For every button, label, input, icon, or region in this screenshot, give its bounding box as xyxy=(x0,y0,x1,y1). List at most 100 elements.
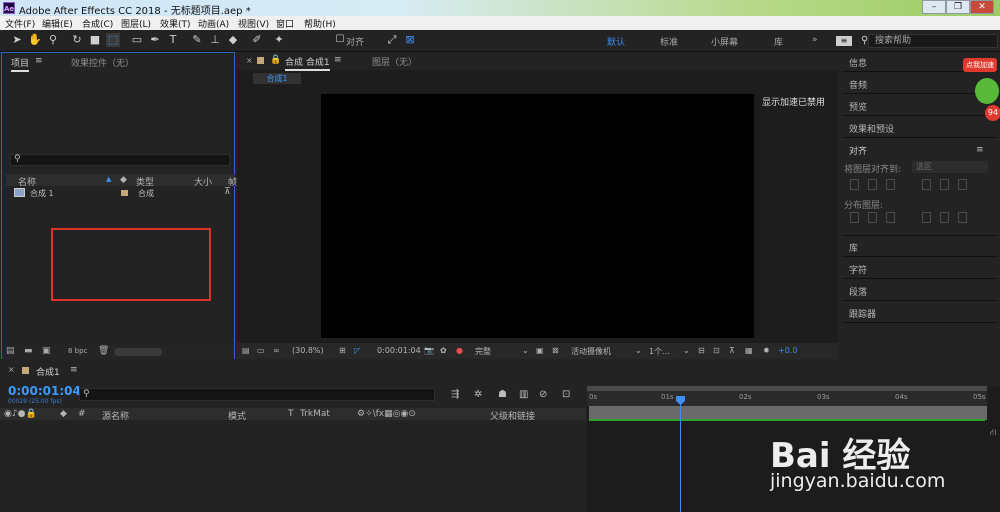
distribute-right-icon[interactable] xyxy=(958,212,967,223)
tab-layer[interactable]: 图层（无） xyxy=(372,55,417,68)
magnification-dropdown[interactable]: (30.8%) xyxy=(292,346,324,355)
flowchart-icon[interactable]: ⊼ xyxy=(729,346,735,355)
project-search-input[interactable]: ⚲ xyxy=(10,154,230,166)
camera-chevron-icon[interactable]: ⌄ xyxy=(635,346,642,355)
timeline-current-time[interactable]: 0:00:01:04 xyxy=(8,384,81,398)
menu-effect[interactable]: 效果(T) xyxy=(160,17,191,30)
playhead-line[interactable] xyxy=(680,398,681,512)
maximize-button[interactable]: ❐ xyxy=(946,0,970,14)
shy-layers-icon[interactable]: ☗ xyxy=(498,389,507,400)
panel-tracker[interactable]: 跟踪器 xyxy=(849,307,876,320)
close-tab-icon[interactable]: × xyxy=(246,56,253,65)
workspace-small-screen[interactable]: 小屏幕 xyxy=(711,35,738,48)
distribute-center-h-icon[interactable] xyxy=(940,212,949,223)
views-dropdown[interactable]: 1个... xyxy=(649,346,670,357)
roto-brush-tool-icon[interactable]: ✐ xyxy=(250,33,264,47)
speedup-percent[interactable]: 94 xyxy=(985,105,1000,121)
column-source-name[interactable]: 源名称 xyxy=(102,409,129,422)
draft-3d-icon[interactable]: ✲ xyxy=(474,389,482,400)
interpret-footage-icon[interactable]: ▤ xyxy=(6,346,15,356)
zoom-tool-icon[interactable]: ⚲ xyxy=(46,33,60,47)
project-panel-menu-icon[interactable]: ≡ xyxy=(35,56,43,66)
show-snapshot-icon[interactable]: ✿ xyxy=(440,346,447,355)
panel-library[interactable]: 库 xyxy=(849,241,858,254)
menu-file[interactable]: 文件(F) xyxy=(5,17,35,30)
snapshot-glasses-icon[interactable]: ∞ xyxy=(273,346,280,355)
layer-number-column[interactable]: # xyxy=(78,409,86,419)
table-row[interactable]: 合成 1 合成 ⊼ xyxy=(6,187,236,199)
menu-layer[interactable]: 图层(L) xyxy=(121,17,151,30)
distribute-bottom-icon[interactable] xyxy=(886,212,895,223)
comp-mini-flowchart-icon[interactable]: ⇶ xyxy=(451,389,459,400)
camera-tool-icon[interactable]: ■ xyxy=(88,33,102,47)
transparency-grid-icon[interactable]: ⊠ xyxy=(552,346,559,355)
preview-toggle-icon[interactable]: ▤ xyxy=(242,346,250,355)
trash-icon[interactable]: 🗑 xyxy=(98,346,109,356)
pen-tool-icon[interactable]: ✒ xyxy=(148,33,162,47)
rotate-tool-icon[interactable]: ↻ xyxy=(70,33,84,47)
label-color-swatch[interactable] xyxy=(121,190,128,196)
work-area-bar[interactable] xyxy=(587,386,987,391)
mask-visibility-icon[interactable]: ◸ xyxy=(354,346,360,355)
tab-project[interactable]: 项目 xyxy=(11,56,30,72)
current-time-display[interactable]: 0:00:01:04 xyxy=(377,346,421,355)
align-center-h-icon[interactable] xyxy=(868,179,877,190)
column-mode[interactable]: 模式 xyxy=(228,409,246,422)
composition-panel-menu-icon[interactable]: ≡ xyxy=(334,55,342,65)
align-left-icon[interactable] xyxy=(850,179,859,190)
timeline-search-input[interactable]: ⚲ xyxy=(79,388,435,401)
exposure-value[interactable]: +0.0 xyxy=(778,346,797,355)
label-column-icon[interactable]: ◆ xyxy=(60,409,67,419)
panel-character[interactable]: 字符 xyxy=(849,263,867,276)
new-folder-icon[interactable]: ▬ xyxy=(24,346,33,356)
tab-composition[interactable]: 合成 合成1 xyxy=(285,55,330,71)
workspace-default[interactable]: 默认 xyxy=(607,35,625,48)
sync-icon[interactable]: ≡ xyxy=(836,36,852,46)
views-chevron-icon[interactable]: ⌄ xyxy=(683,346,690,355)
align-center-v-icon[interactable] xyxy=(940,179,949,190)
lock-icon[interactable]: 🔒 xyxy=(270,55,281,65)
eraser-tool-icon[interactable]: ◆ xyxy=(226,33,240,47)
resolution-chevron-icon[interactable]: ⌄ xyxy=(522,346,529,355)
layer-track-bar[interactable] xyxy=(589,406,987,420)
rectangle-tool-icon[interactable]: ▭ xyxy=(130,33,144,47)
composition-flowchart-tab[interactable]: 合成1 xyxy=(253,73,301,84)
display-icon[interactable]: ▭ xyxy=(257,346,265,355)
workspace-standard[interactable]: 标准 xyxy=(660,35,678,48)
speedup-badge[interactable]: 点我加速 xyxy=(963,58,997,72)
align-top-icon[interactable] xyxy=(922,179,931,190)
selection-tool-icon[interactable]: ➤ xyxy=(10,33,24,47)
motion-blur-icon[interactable]: ⊘ xyxy=(539,389,547,400)
3d-renderer-icon[interactable]: ▦ xyxy=(745,346,753,355)
menu-view[interactable]: 视图(V) xyxy=(238,17,269,30)
clone-stamp-tool-icon[interactable]: ⊥ xyxy=(208,33,222,47)
panel-preview[interactable]: 预览 xyxy=(849,100,867,113)
distribute-left-icon[interactable] xyxy=(922,212,931,223)
type-tool-icon[interactable]: T xyxy=(166,33,180,47)
label-column-icon[interactable]: ◆ xyxy=(120,175,127,185)
graph-editor-icon[interactable]: ⊡ xyxy=(562,389,570,400)
panel-info[interactable]: 信息 xyxy=(849,56,867,69)
menu-composition[interactable]: 合成(C) xyxy=(82,17,113,30)
composition-canvas[interactable] xyxy=(321,94,754,338)
resolution-dropdown[interactable]: 完整 xyxy=(475,346,491,357)
scrollbar[interactable] xyxy=(114,348,162,356)
menu-animation[interactable]: 动画(A) xyxy=(198,17,229,30)
fit-icon[interactable]: ⊞ xyxy=(339,346,346,355)
close-button[interactable]: ✕ xyxy=(970,0,994,14)
close-tab-icon[interactable]: × xyxy=(8,365,15,374)
camera-dropdown[interactable]: 活动摄像机 xyxy=(571,346,611,357)
distribute-center-v-icon[interactable] xyxy=(868,212,877,223)
color-channel-icon[interactable]: ● xyxy=(456,346,463,355)
tab-timeline-comp[interactable]: 合成1 xyxy=(36,365,60,378)
menu-window[interactable]: 窗口 xyxy=(276,17,294,30)
workspace-more-button[interactable]: » xyxy=(812,35,818,45)
speedup-mascot-icon[interactable] xyxy=(975,78,999,104)
panel-audio[interactable]: 音频 xyxy=(849,78,867,91)
minimize-button[interactable]: – xyxy=(922,0,946,14)
align-to-dropdown[interactable]: 选区 xyxy=(912,161,988,173)
av-features-icons[interactable]: ◉♪●🔒 xyxy=(4,409,37,419)
sort-ascending-icon[interactable]: ▲ xyxy=(106,175,111,183)
align-bottom-icon[interactable] xyxy=(958,179,967,190)
snap-option-icon[interactable]: ⤢ xyxy=(385,33,399,47)
